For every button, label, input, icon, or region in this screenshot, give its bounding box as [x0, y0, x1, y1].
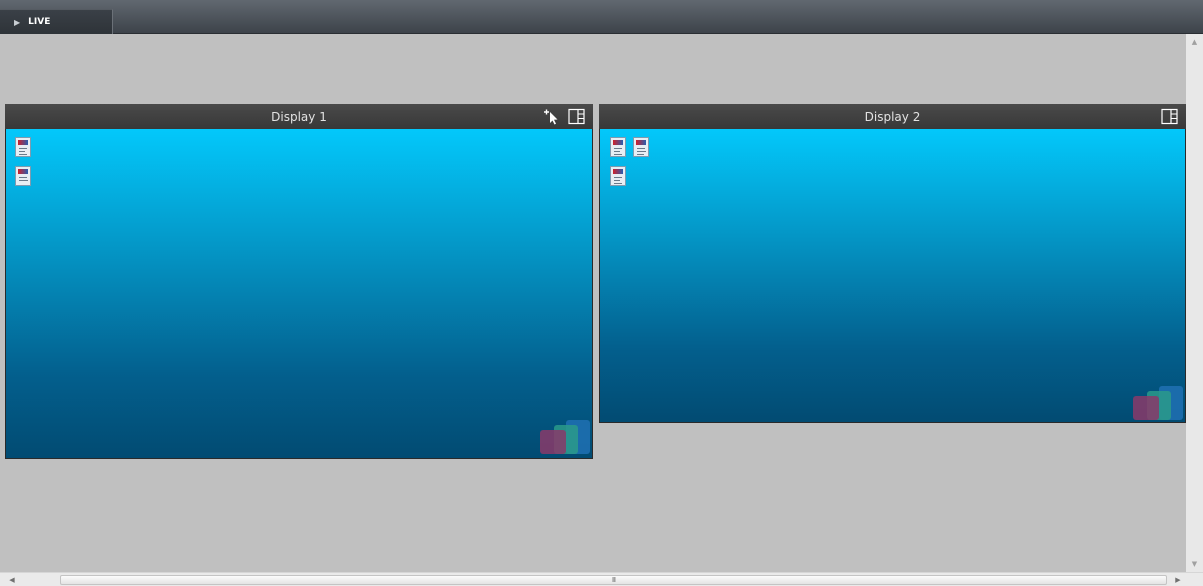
layout-icon[interactable]	[1161, 108, 1178, 125]
wall-logo-icon	[1133, 386, 1183, 420]
display-2-desktop[interactable]	[599, 129, 1186, 423]
display-1-title: Display 1	[271, 109, 327, 124]
desktop-shortcut-icon[interactable]	[15, 166, 31, 186]
vertical-scrollbar[interactable]: ▲ ▼	[1186, 34, 1203, 572]
desktop-shortcut-icon[interactable]	[633, 137, 649, 157]
scroll-left-icon[interactable]: ◀	[4, 573, 20, 586]
wall-logo-icon	[540, 420, 590, 454]
display-2-title: Display 2	[864, 109, 921, 124]
desktop-shortcut-icon[interactable]	[610, 166, 626, 186]
horizontal-scroll-thumb[interactable]: III	[60, 575, 1167, 585]
scroll-up-icon[interactable]: ▲	[1186, 34, 1203, 50]
grip-icon: III	[611, 576, 616, 584]
live-tab-label: LIVE	[28, 17, 51, 27]
display-2-header: Display 2	[599, 104, 1186, 129]
desktop-shortcut-icon[interactable]	[15, 137, 31, 157]
add-pointer-icon[interactable]	[543, 108, 560, 125]
display-1-panel[interactable]: Display 1	[5, 104, 593, 459]
display-1-desktop[interactable]	[5, 129, 593, 459]
layout-icon[interactable]	[568, 108, 585, 125]
scroll-right-icon[interactable]: ▶	[1170, 573, 1186, 586]
live-tab[interactable]: ▶ LIVE	[0, 9, 113, 34]
scroll-down-icon[interactable]: ▼	[1186, 556, 1203, 572]
horizontal-scrollbar[interactable]: ◀ III ▶	[0, 572, 1203, 586]
display-1-header: Display 1	[5, 104, 593, 129]
desktop-shortcut-icon[interactable]	[610, 137, 626, 157]
top-toolbar: ▶ LIVE	[0, 0, 1203, 34]
play-icon: ▶	[14, 17, 21, 27]
display-2-panel[interactable]: Display 2	[599, 104, 1186, 423]
